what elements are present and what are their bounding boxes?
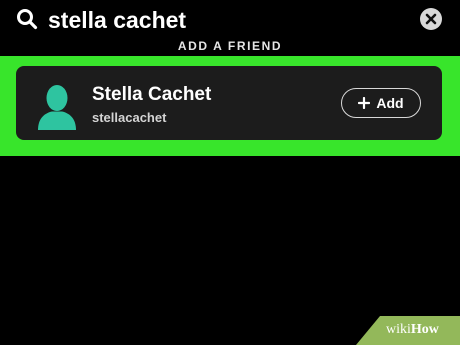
close-icon: [425, 13, 437, 25]
section-heading: ADD A FRIEND: [177, 39, 283, 53]
clear-search-button[interactable]: [420, 8, 442, 30]
friend-name: Stella Cachet: [92, 84, 212, 105]
plus-icon: [358, 97, 371, 109]
add-friend-label: Add: [376, 95, 404, 111]
friend-result-card[interactable]: Stella Cachet stellacachet Add: [16, 66, 442, 140]
search-bar: [0, 0, 460, 40]
search-icon: [16, 8, 38, 30]
friend-username: stellacachet: [92, 110, 167, 125]
add-friend-button[interactable]: Add: [341, 88, 421, 118]
person-silhouette-icon: [37, 84, 77, 130]
search-input[interactable]: [48, 5, 408, 35]
watermark-text: wikiHow: [386, 322, 439, 337]
